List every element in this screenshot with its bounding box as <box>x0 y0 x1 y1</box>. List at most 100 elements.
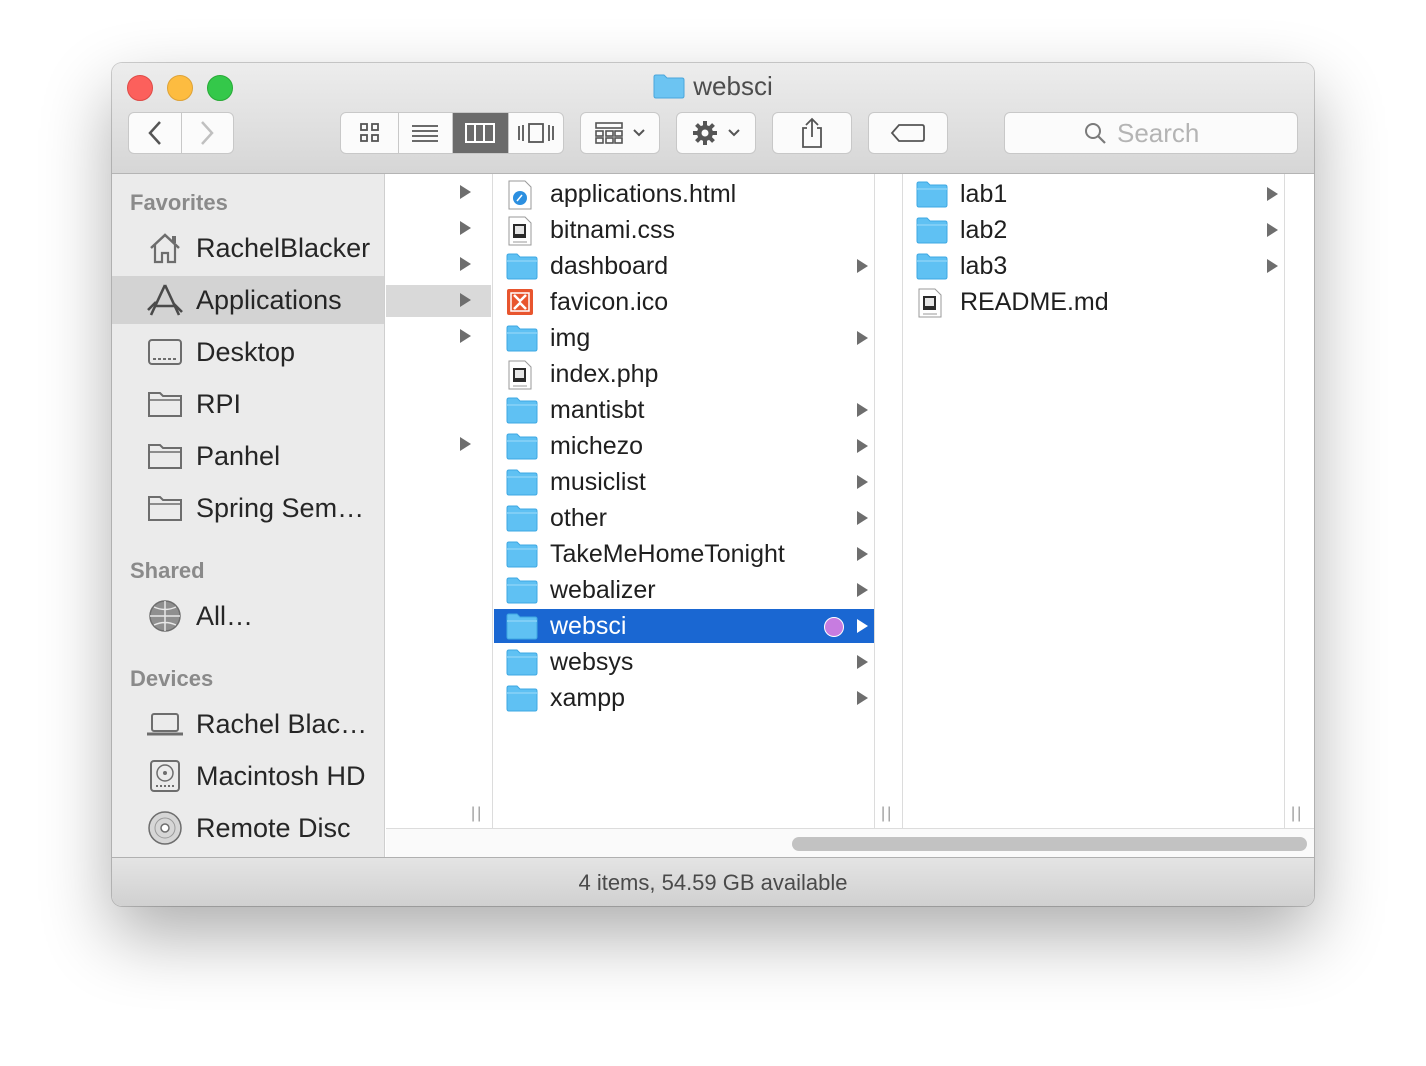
file-row[interactable]: lab1 <box>904 177 1284 211</box>
column-resize-handle[interactable]: || <box>1291 805 1303 823</box>
cover-flow-button[interactable] <box>509 113 563 153</box>
sidebar-item-panhel[interactable]: Panhel <box>112 432 384 480</box>
file-row[interactable]: img <box>494 321 874 355</box>
share-button[interactable] <box>772 112 852 154</box>
file-name: other <box>550 504 607 532</box>
column-resize-handle[interactable]: || <box>471 805 483 823</box>
tags-button[interactable] <box>868 112 948 154</box>
disclosure-arrow-icon <box>1267 259 1278 273</box>
file-row[interactable]: webalizer <box>494 573 874 607</box>
search-input[interactable] <box>1115 116 1219 150</box>
column-row[interactable] <box>386 429 491 461</box>
folder-icon <box>506 684 538 712</box>
file-row[interactable]: musiclist <box>494 465 874 499</box>
sidebar-item-remote-disc[interactable]: Remote Disc <box>112 804 384 852</box>
file-name: lab1 <box>960 180 1008 208</box>
file-name: mantisbt <box>550 396 645 424</box>
disclosure-arrow-icon <box>857 691 868 705</box>
file-name: lab3 <box>960 252 1008 280</box>
document-icon <box>506 216 536 246</box>
file-row[interactable]: other <box>494 501 874 535</box>
file-name: lab2 <box>960 216 1008 244</box>
file-row[interactable]: favicon.ico <box>494 285 874 319</box>
sidebar-item-macintosh-hd[interactable]: Macintosh HD <box>112 752 384 800</box>
html-file-icon <box>506 180 536 210</box>
status-text: 4 items, 54.59 GB available <box>578 870 848 895</box>
column-divider[interactable] <box>492 174 493 828</box>
sidebar-item-laptop[interactable]: Rachel Blac… <box>112 700 384 748</box>
file-name: websys <box>550 648 634 676</box>
file-name: TakeMeHomeTonight <box>550 540 785 568</box>
column-resize-handle[interactable]: || <box>881 805 893 823</box>
folder-icon <box>916 252 948 280</box>
file-row[interactable]: README.md <box>904 285 1284 319</box>
file-row[interactable]: xampp <box>494 681 874 715</box>
file-row[interactable]: dashboard <box>494 249 874 283</box>
folder-icon <box>506 612 538 640</box>
chevron-down-icon <box>728 129 740 137</box>
column-row[interactable] <box>386 249 491 281</box>
column-row[interactable] <box>386 177 491 209</box>
file-row-selected[interactable]: websci <box>494 609 874 643</box>
sidebar-item-label: All… <box>196 600 254 631</box>
favicon-file-icon <box>506 288 536 316</box>
file-row[interactable]: michezo <box>494 429 874 463</box>
back-button[interactable] <box>129 113 182 153</box>
sidebar-item-applications[interactable]: Applications <box>112 276 384 324</box>
file-name: applications.html <box>550 180 737 208</box>
column-divider[interactable] <box>874 174 875 828</box>
file-name: webalizer <box>550 576 656 604</box>
horizontal-scrollbar[interactable] <box>386 828 1314 858</box>
file-row[interactable]: websys <box>494 645 874 679</box>
sidebar-item-label: Applications <box>196 284 342 315</box>
file-row[interactable]: index.php <box>494 357 874 391</box>
disclosure-arrow-icon <box>1267 187 1278 201</box>
column-row[interactable] <box>386 213 491 245</box>
folder-icon <box>916 180 948 208</box>
folder-icon <box>916 216 948 244</box>
file-row[interactable]: applications.html <box>494 177 874 211</box>
disclosure-arrow-icon <box>857 655 868 669</box>
sidebar-item-all-shared[interactable]: All… <box>112 592 384 640</box>
disclosure-arrow-icon <box>857 439 868 453</box>
document-icon <box>506 360 536 390</box>
column-divider[interactable] <box>902 174 903 828</box>
sidebar-item-home[interactable]: RachelBlacker <box>112 224 384 272</box>
window-title-area: websci <box>112 71 1314 106</box>
file-row[interactable]: lab2 <box>904 213 1284 247</box>
column-divider[interactable] <box>1284 174 1285 828</box>
cover-flow-icon <box>517 123 554 143</box>
sidebar-item-spring-sem[interactable]: Spring Sem… <box>112 484 384 532</box>
tag-icon <box>890 124 925 142</box>
file-name: dashboard <box>550 252 669 280</box>
sidebar-item-rpi[interactable]: RPI <box>112 380 384 428</box>
arrange-button[interactable] <box>580 112 660 154</box>
icon-view-button[interactable] <box>341 113 400 153</box>
file-row[interactable]: lab3 <box>904 249 1284 283</box>
action-button[interactable] <box>676 112 756 154</box>
list-view-button[interactable] <box>399 113 453 153</box>
folder-icon <box>506 468 538 496</box>
file-row[interactable]: mantisbt <box>494 393 874 427</box>
sidebar-section-favorites: Favorites <box>130 190 228 215</box>
search-field[interactable] <box>1004 112 1298 154</box>
column-row[interactable] <box>386 321 491 353</box>
forward-button[interactable] <box>182 113 234 153</box>
file-row[interactable]: bitnami.css <box>494 213 874 247</box>
disclosure-arrow-icon <box>460 293 471 307</box>
scrollbar-thumb[interactable] <box>792 837 1307 851</box>
file-name: websci <box>550 612 627 640</box>
folder-icon <box>653 73 685 106</box>
folder-icon <box>506 432 538 460</box>
sidebar-item-label: Remote Disc <box>196 812 351 843</box>
sidebar-item-label: Macintosh HD <box>196 760 366 791</box>
column-row-selected[interactable] <box>386 285 491 317</box>
file-row[interactable]: TakeMeHomeTonight <box>494 537 874 571</box>
view-mode-control <box>340 112 564 154</box>
file-name: img <box>550 324 591 352</box>
columns-icon <box>465 123 496 143</box>
column-view-button[interactable] <box>452 113 509 153</box>
file-name: README.md <box>960 288 1109 316</box>
sidebar-item-desktop[interactable]: Desktop <box>112 328 384 376</box>
status-bar: 4 items, 54.59 GB available <box>112 857 1314 906</box>
